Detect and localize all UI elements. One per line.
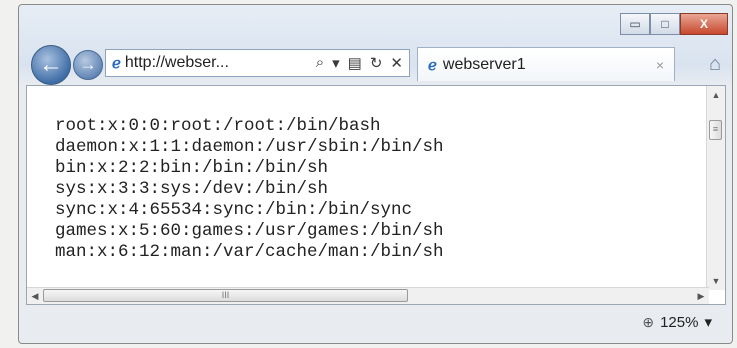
status-bar: ⊕ 125% ▾ bbox=[26, 305, 726, 339]
page-content: root:x:0:0:root:/root:/bin/bash daemon:x… bbox=[26, 85, 726, 305]
dropdown-icon[interactable]: ▾ bbox=[332, 54, 340, 72]
tab-webserver1[interactable]: ℯ webserver1 × bbox=[417, 47, 675, 81]
scroll-down-icon[interactable]: ▼ bbox=[707, 272, 725, 290]
scroll-up-icon[interactable]: ▲ bbox=[707, 86, 725, 104]
minimize-icon: ▭ bbox=[629, 17, 641, 31]
text-line: games:x:5:60:games:/usr/games:/bin/sh bbox=[55, 221, 444, 241]
home-icon: ⌂ bbox=[708, 52, 722, 75]
back-button[interactable]: ← bbox=[31, 45, 71, 85]
ie-tab-icon: ℯ bbox=[428, 56, 437, 74]
stop-icon[interactable]: ✕ bbox=[390, 54, 403, 72]
search-icon[interactable]: ⌕ bbox=[316, 54, 324, 72]
text-line: sync:x:4:65534:sync:/bin:/bin/sync bbox=[55, 200, 413, 220]
file-text: root:x:0:0:root:/root:/bin/bash daemon:x… bbox=[55, 116, 444, 263]
tab-close-icon[interactable]: × bbox=[656, 57, 664, 73]
text-line: man:x:6:12:man:/var/cache/man:/bin/sh bbox=[55, 242, 444, 262]
compatibility-icon[interactable]: ▤ bbox=[348, 54, 362, 72]
zoom-icon: ⊕ bbox=[642, 313, 655, 330]
maximize-button[interactable]: □ bbox=[650, 13, 680, 35]
home-button[interactable]: ⌂ bbox=[700, 49, 730, 79]
browser-window: ▭ □ X ← → ℯ http://webser... ⌕ ▾ ▤ ↻ ✕ ℯ… bbox=[18, 4, 733, 344]
ie-page-icon: ℯ bbox=[112, 55, 121, 72]
maximize-icon: □ bbox=[661, 17, 669, 31]
horizontal-scrollbar[interactable]: ◀ III ▶ bbox=[27, 287, 709, 304]
address-tools: ⌕ ▾ ▤ ↻ ✕ bbox=[316, 54, 409, 72]
horizontal-scroll-thumb[interactable]: III bbox=[43, 289, 408, 302]
vertical-scroll-thumb[interactable]: ≡ bbox=[709, 120, 722, 140]
zoom-dropdown-icon[interactable]: ▾ bbox=[704, 313, 712, 331]
window-controls: ▭ □ X bbox=[620, 13, 728, 35]
vertical-scrollbar[interactable]: ▲ ≡ ▼ bbox=[706, 86, 725, 290]
text-line: root:x:0:0:root:/root:/bin/bash bbox=[55, 116, 381, 136]
forward-button[interactable]: → bbox=[73, 50, 103, 80]
back-arrow-icon: ← bbox=[39, 51, 63, 78]
zoom-level[interactable]: 125% bbox=[660, 314, 698, 331]
close-icon: X bbox=[699, 17, 708, 31]
minimize-button[interactable]: ▭ bbox=[620, 13, 650, 35]
address-text: http://webser... bbox=[124, 54, 229, 71]
scroll-left-icon[interactable]: ◀ bbox=[27, 288, 43, 304]
close-button[interactable]: X bbox=[680, 13, 728, 35]
text-line: sys:x:3:3:sys:/dev:/bin/sh bbox=[55, 179, 329, 199]
scroll-right-icon[interactable]: ▶ bbox=[693, 288, 709, 304]
forward-arrow-icon: → bbox=[79, 55, 97, 74]
tab-title: webserver1 bbox=[442, 55, 526, 73]
text-line: daemon:x:1:1:daemon:/usr/sbin:/bin/sh bbox=[55, 137, 444, 157]
refresh-icon[interactable]: ↻ bbox=[370, 54, 383, 72]
address-bar[interactable]: ℯ http://webser... ⌕ ▾ ▤ ↻ ✕ bbox=[105, 49, 410, 77]
text-line: bin:x:2:2:bin:/bin:/bin/sh bbox=[55, 158, 329, 178]
